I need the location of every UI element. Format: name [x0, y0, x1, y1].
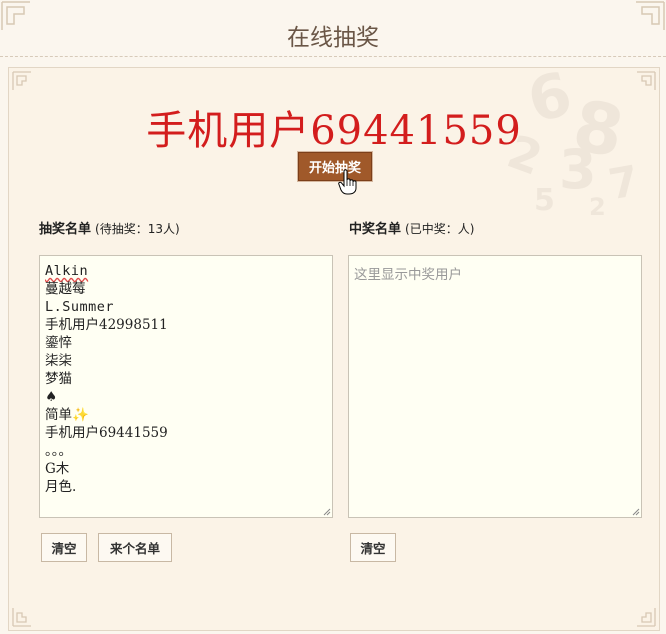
- draw-list-entry: ♠: [45, 389, 58, 405]
- corner-ornament-icon: [11, 70, 35, 94]
- draw-list-entry: 。。。: [45, 443, 72, 459]
- draw-list-textarea[interactable]: Alkin 蔓越莓 L.Summer 手机用户42998511 鎏悴柒柒梦猫 ♠ 简单✨ 手机…: [39, 255, 333, 518]
- winner-list-title: 中奖名单: [349, 222, 402, 237]
- page-title: 在线抽奖: [287, 25, 379, 51]
- draw-list-entry: G木: [45, 461, 70, 477]
- corner-ornament-icon: [633, 70, 657, 94]
- draw-list-entry: L.Summer: [45, 299, 115, 315]
- lottery-panel: 6 8 2 3 7 5 2 手机用户69441559 开始抽奖 抽奖名单 (待抽奖…: [8, 59, 660, 631]
- corner-ornament-icon: [11, 604, 35, 628]
- start-draw-button[interactable]: 开始抽奖: [298, 152, 372, 181]
- corner-ornament-icon: [632, 0, 666, 34]
- winner-list-label: 中奖名单 (已中奖：人): [349, 218, 474, 237]
- page-header: 在线抽奖: [0, 0, 666, 60]
- draw-list-entry: Alkin: [45, 263, 89, 279]
- draw-list-entry: 简单✨: [45, 407, 89, 423]
- winner-list-textarea[interactable]: 这里显示中奖用户: [348, 255, 642, 518]
- draw-list-entry: 梦猫: [45, 371, 72, 387]
- resize-grip-icon[interactable]: [631, 507, 640, 516]
- corner-ornament-icon: [0, 0, 34, 34]
- draw-list-count: (待抽奖：13人): [95, 222, 180, 236]
- draw-list-entry: 蔓越莓: [45, 281, 86, 297]
- draw-list-title: 抽奖名单: [39, 222, 92, 237]
- draw-list-entry: 月色.: [45, 479, 77, 495]
- draw-list-entry: 鎏悴: [45, 335, 72, 351]
- draw-list-entries: Alkin 蔓越莓 L.Summer 手机用户42998511 鎏悴柒柒梦猫 ♠ 简单✨ 手机…: [40, 256, 332, 502]
- winner-list-count: (已中奖：人): [405, 222, 475, 236]
- draw-list-entry: 手机用户69441559: [45, 425, 168, 441]
- clear-draw-list-button[interactable]: 清空: [41, 533, 87, 562]
- corner-ornament-icon: [633, 604, 657, 628]
- clear-winner-list-button[interactable]: 清空: [350, 533, 396, 562]
- hand-cursor-icon: [338, 169, 358, 195]
- draw-list-entry: 手机用户42998511: [45, 317, 168, 333]
- load-list-button[interactable]: 来个名单: [98, 533, 172, 562]
- winner-list-placeholder: 这里显示中奖用户: [354, 267, 462, 283]
- resize-grip-icon[interactable]: [322, 507, 331, 516]
- winner-display: 手机用户69441559: [146, 108, 522, 154]
- draw-list-entry: 柒柒: [45, 353, 72, 369]
- header-divider: [0, 56, 666, 57]
- draw-list-label: 抽奖名单 (待抽奖：13人): [39, 218, 180, 237]
